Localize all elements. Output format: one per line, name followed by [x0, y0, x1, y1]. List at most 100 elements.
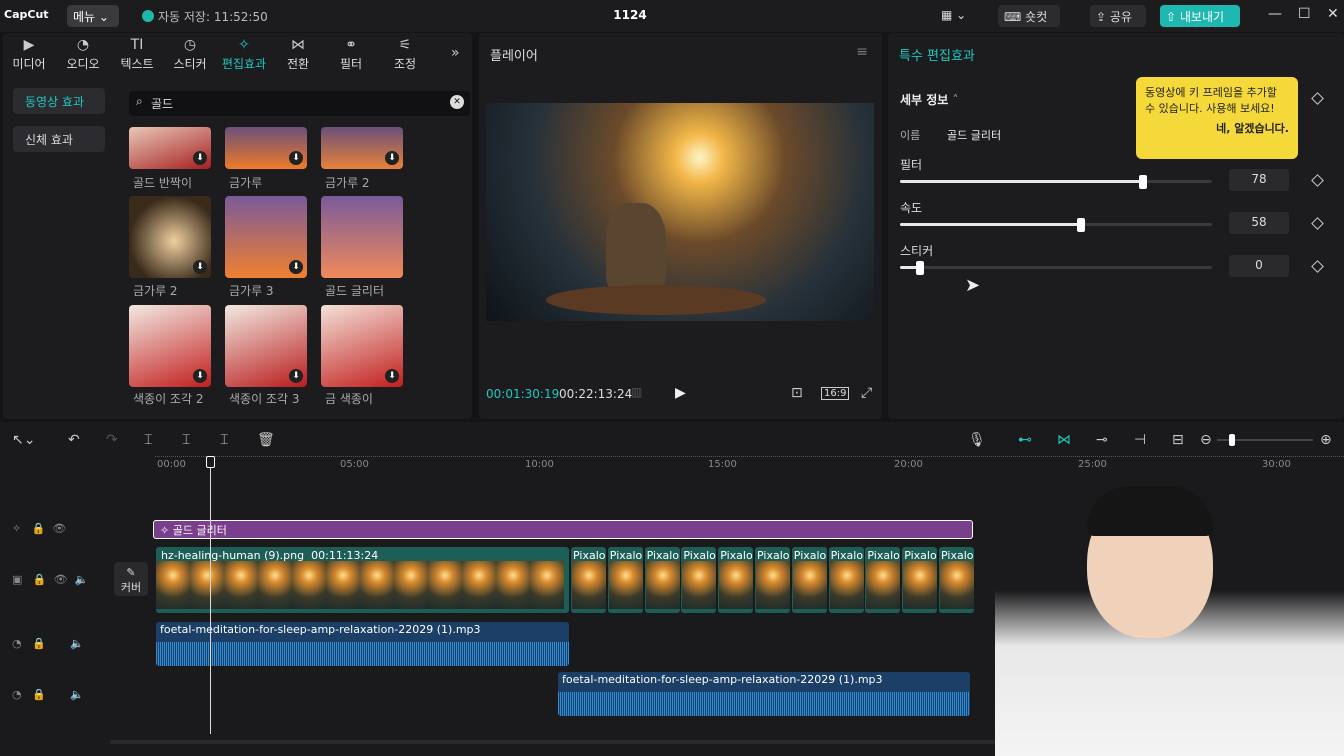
playhead-handle[interactable]	[206, 456, 215, 468]
speaker-icon[interactable]: 🔈	[70, 637, 84, 650]
pixalo-clip[interactable]: Pixalo	[939, 547, 974, 613]
minimize-icon[interactable]: —	[1268, 6, 1282, 22]
search-input[interactable]: ⌕ 골드 ✕	[129, 91, 470, 116]
timeline-grid-icon[interactable]: ▥	[631, 385, 642, 399]
eye-icon[interactable]: 👁	[54, 573, 68, 586]
menu-icon[interactable]: ≡	[856, 44, 868, 60]
shortcut-button[interactable]: ⌨ 숏컷	[998, 5, 1060, 27]
zoom-out-icon[interactable]: ⊖	[1200, 432, 1212, 448]
microphone-icon[interactable]: 🎙	[968, 432, 986, 448]
pixalo-clip[interactable]: Pixalo	[571, 547, 606, 613]
more-tools-icon[interactable]: »	[451, 45, 460, 61]
video-preview[interactable]	[486, 103, 874, 321]
keyframe-icon[interactable]	[1311, 217, 1324, 230]
pixalo-clip[interactable]: Pixalo	[755, 547, 790, 613]
preview-axis-icon[interactable]: ⊟	[1172, 432, 1184, 448]
tool-label: 편집효과	[221, 57, 267, 71]
download-icon: ⬇	[289, 151, 303, 165]
speaker-icon[interactable]: 🔈	[70, 688, 84, 701]
linkage-icon[interactable]: ⋈	[1057, 432, 1071, 448]
delete-icon[interactable]: 🗑	[257, 432, 275, 448]
pixalo-clip[interactable]: Pixalo	[791, 547, 827, 613]
tool-transition[interactable]: ⋈ 전환	[272, 37, 324, 72]
fullscreen-icon[interactable]: ⤢	[861, 385, 872, 401]
speaker-icon[interactable]: 🔈	[75, 573, 89, 586]
pixalo-clip[interactable]: Pixalo	[644, 547, 680, 613]
split-right-icon[interactable]: ⌶	[220, 432, 228, 448]
pixalo-clip[interactable]: Pixalo	[865, 547, 901, 613]
keyframe-icon[interactable]	[1311, 92, 1324, 105]
side-body-effects[interactable]: 신체 효과	[13, 126, 105, 152]
audio-clip-2[interactable]: foetal-meditation-for-sleep-amp-relaxati…	[558, 672, 970, 716]
effect-thumb[interactable]: ⬇	[129, 196, 211, 278]
aspect-ratio-button[interactable]: 16:9	[821, 387, 850, 400]
playhead[interactable]	[210, 458, 211, 734]
tool-audio[interactable]: ◔ 오디오	[57, 37, 109, 72]
audio-clip-1[interactable]: foetal-meditation-for-sleep-amp-relaxati…	[156, 622, 569, 666]
close-icon[interactable]: ✕	[1327, 6, 1339, 22]
effect-thumb[interactable]: ⬇	[321, 305, 403, 387]
tool-filter[interactable]: ⚭ 필터	[325, 37, 377, 72]
slider-knob[interactable]	[1139, 175, 1148, 189]
pixalo-clip[interactable]: Pixalo	[718, 547, 754, 613]
effect-thumb[interactable]: ⬇	[225, 127, 307, 169]
zoom-in-icon[interactable]: ⊕	[1320, 432, 1332, 448]
download-icon: ⬇	[385, 369, 399, 383]
slider-track[interactable]	[900, 266, 1212, 269]
pixalo-clip[interactable]: Pixalo	[607, 547, 643, 613]
effect-clip[interactable]: ✧ 골드 글리터	[153, 520, 973, 539]
magnet-icon[interactable]: ⊷	[1018, 432, 1032, 448]
menu-button[interactable]: 메뉴 ⌄	[67, 5, 119, 27]
total-time: 00:22:13:24	[559, 387, 633, 401]
pixalo-clip[interactable]: Pixalo	[902, 547, 938, 613]
tool-adjust[interactable]: ⚟ 조정	[379, 37, 431, 72]
keyframe-icon[interactable]	[1311, 174, 1324, 187]
eye-icon[interactable]: 👁	[52, 522, 66, 535]
split-left-icon[interactable]: ⌶	[182, 432, 190, 448]
share-button[interactable]: ⇪ 공유	[1090, 5, 1146, 27]
select-tool-icon[interactable]: ↖⌄	[12, 432, 35, 448]
slider-value-input[interactable]: 78	[1229, 169, 1289, 191]
align-icon[interactable]: ⊣	[1134, 432, 1146, 448]
section-title[interactable]: 세부 정보 ˄	[900, 91, 959, 108]
keyframe-icon[interactable]	[1311, 260, 1324, 273]
maximize-icon[interactable]: ☐	[1298, 6, 1311, 22]
layout-button[interactable]: ▦ ⌄	[935, 5, 972, 27]
slider-value-input[interactable]: 58	[1229, 212, 1289, 234]
redo-icon[interactable]: ↷	[106, 432, 118, 448]
video-frame	[360, 561, 394, 609]
cover-button[interactable]: ✎ 커버	[114, 562, 148, 596]
effect-thumb[interactable]: ⬇	[129, 127, 211, 169]
zoom-knob[interactable]	[1229, 434, 1235, 446]
lock-icon[interactable]: 🔒	[32, 637, 46, 650]
lock-icon[interactable]: 🔒	[33, 573, 47, 586]
effect-thumb[interactable]: ⬇	[321, 127, 403, 169]
screenshot-icon[interactable]: ⊡	[791, 385, 803, 401]
lock-icon[interactable]: 🔒	[32, 688, 46, 701]
tool-sticker[interactable]: ◷ 스티커	[164, 37, 216, 72]
slider-value-input[interactable]: 0	[1229, 255, 1289, 277]
pixalo-clip[interactable]: Pixalo	[681, 547, 717, 613]
ruler[interactable]	[155, 456, 1344, 460]
side-video-effects[interactable]: 동영상 효과	[13, 88, 105, 114]
export-button[interactable]: ⇧ 내보내기	[1160, 5, 1240, 27]
effect-thumb[interactable]: ⬇	[225, 305, 307, 387]
link-icon[interactable]: ⊸	[1096, 432, 1108, 448]
undo-icon[interactable]: ↶	[68, 432, 80, 448]
tool-text[interactable]: TI 텍스트	[111, 37, 163, 72]
slider-knob[interactable]	[1076, 218, 1085, 232]
lock-icon[interactable]: 🔒	[32, 522, 46, 535]
play-icon[interactable]: ▶	[675, 385, 686, 401]
tool-media[interactable]: ▶ 미디어	[3, 37, 55, 72]
tooltip-confirm-button[interactable]: 네, 알겠습니다.	[1145, 121, 1289, 137]
video-frame	[866, 561, 901, 609]
effect-thumb[interactable]: ⬇	[129, 305, 211, 387]
effect-thumb[interactable]	[321, 196, 403, 278]
clear-search-icon[interactable]: ✕	[450, 95, 464, 109]
pixalo-clip[interactable]: Pixalo	[828, 547, 864, 613]
split-icon[interactable]: ⌶	[144, 432, 152, 448]
tool-effects[interactable]: ✧ 편집효과	[218, 37, 270, 72]
effect-thumb[interactable]: ⬇	[225, 196, 307, 278]
slider-knob[interactable]	[916, 261, 924, 275]
video-clip[interactable]: hz-healing-human (9).png 00:11:13:24	[156, 547, 569, 613]
